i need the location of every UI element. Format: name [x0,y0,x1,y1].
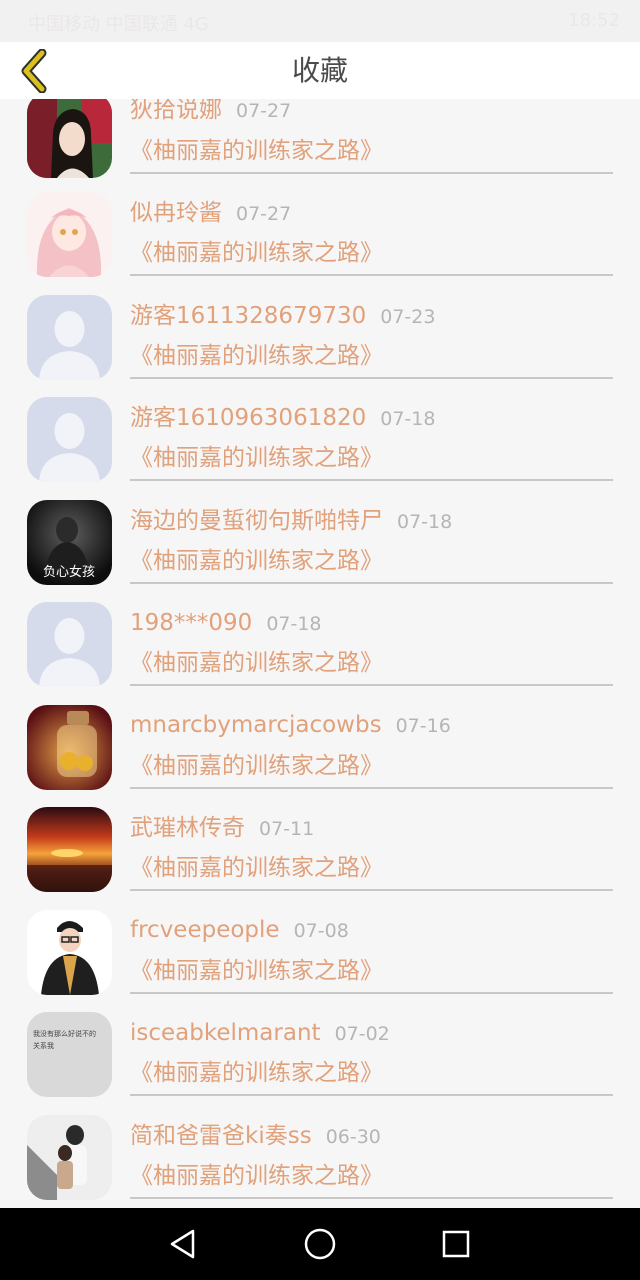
nav-home-button[interactable] [300,1224,340,1264]
favorite-date: 07-18 [266,613,322,635]
item-header: 198***090 07-18 [130,606,322,640]
item-header: 武璀林传奇 07-11 [130,811,314,845]
divider [130,479,613,481]
divider [130,889,613,891]
divider [130,787,613,789]
item-header: frcveepeople 07-08 [130,913,349,947]
favorite-date: 07-16 [395,715,451,737]
list-item[interactable]: 198***090 07-18 《柚丽嘉的训练家之路》 [0,599,640,701]
avatar[interactable]: 我没有那么好说不的 关系我 [27,1012,112,1097]
divider [130,172,613,174]
default-user-icon [27,295,112,380]
default-user-icon [27,602,112,687]
book-title-link[interactable]: 《柚丽嘉的训练家之路》 [130,133,383,169]
divider [130,684,613,686]
avatar[interactable] [27,295,112,380]
book-title-link[interactable]: 《柚丽嘉的训练家之路》 [130,1158,383,1194]
divider [130,377,613,379]
item-header: 游客1610963061820 07-18 [130,401,435,435]
chevron-left-icon [21,49,47,93]
avatar[interactable] [27,397,112,482]
avatar[interactable] [27,807,112,892]
avatar[interactable] [27,192,112,277]
list-item[interactable]: frcveepeople 07-08 《柚丽嘉的训练家之路》 [0,907,640,1009]
favorite-date: 07-08 [293,920,349,942]
list-item[interactable]: 我没有那么好说不的 关系我 isceabkelmarant 07-02 《柚丽嘉的… [0,1009,640,1111]
favorite-date: 06-30 [325,1126,381,1148]
book-title-link[interactable]: 《柚丽嘉的训练家之路》 [130,850,383,886]
book-title-link[interactable]: 《柚丽嘉的训练家之路》 [130,953,383,989]
avatar[interactable] [27,602,112,687]
favorite-date: 07-02 [334,1023,390,1045]
page-title: 收藏 [291,54,348,87]
book-title-link[interactable]: 《柚丽嘉的训练家之路》 [130,1055,383,1091]
nav-back-button[interactable] [163,1224,203,1264]
book-title-link[interactable]: 《柚丽嘉的训练家之路》 [130,338,383,374]
book-title-link[interactable]: 《柚丽嘉的训练家之路》 [130,235,383,271]
book-title-link[interactable]: 《柚丽嘉的训练家之路》 [130,543,383,579]
user-name[interactable]: 似冉玲酱 [130,200,222,226]
list-item[interactable]: mnarcbymarcjacowbs 07-16 《柚丽嘉的训练家之路》 [0,702,640,804]
item-header: 游客1611328679730 07-23 [130,299,435,333]
avatar[interactable] [27,910,112,995]
user-name[interactable]: frcveepeople [130,917,280,943]
default-user-icon [27,397,112,482]
avatar-caption: 我没有那么好说不的 [33,1029,96,1038]
user-name[interactable]: 198***090 [130,610,252,636]
avatar[interactable] [27,99,112,178]
user-name[interactable]: 游客1610963061820 [130,405,366,431]
avatar[interactable] [27,1115,112,1200]
list-item[interactable]: 狄拾说娜 07-27 《柚丽嘉的训练家之路》 [0,99,640,189]
clock-text: 18:52 [568,10,620,31]
list-item[interactable]: 似冉玲酱 07-27 《柚丽嘉的训练家之路》 [0,189,640,291]
item-header: 似冉玲酱 07-27 [130,196,291,230]
favorites-list: 狄拾说娜 07-27 《柚丽嘉的训练家之路》 似冉玲酱 07-27 《柚丽嘉的训练家… [0,99,640,1207]
item-header: 海边的曼蜇彻句斯啪特尸 07-18 [130,504,452,538]
system-nav-bar [0,1208,640,1280]
square-recents-icon [442,1230,470,1258]
avatar-caption: 负心女孩 [43,564,95,580]
item-header: isceabkelmarant 07-02 [130,1016,390,1050]
book-title-link[interactable]: 《柚丽嘉的训练家之路》 [130,440,383,476]
circle-home-icon [304,1228,336,1260]
header-bar: 收藏 [0,42,640,99]
divider [130,274,613,276]
divider [130,1094,613,1096]
carrier-text: 中国移动 中国联通 4G [28,14,209,35]
avatar[interactable]: 负心女孩 [27,500,112,585]
triangle-back-icon [170,1229,195,1259]
user-name[interactable]: 海边的曼蜇彻句斯啪特尸 [130,508,383,534]
user-name[interactable]: mnarcbymarcjacowbs [130,712,382,738]
user-name[interactable]: 武璀林传奇 [130,815,245,841]
list-item[interactable]: 武璀林传奇 07-11 《柚丽嘉的训练家之路》 [0,804,640,906]
list-item[interactable]: 简和爸雷爸ki奏ss 06-30 《柚丽嘉的训练家之路》 [0,1112,640,1207]
user-name[interactable]: isceabkelmarant [130,1020,321,1046]
divider [130,1197,613,1199]
favorite-date: 07-18 [397,511,453,533]
item-header: mnarcbymarcjacowbs 07-16 [130,708,451,742]
divider [130,582,613,584]
back-button[interactable] [12,48,58,94]
book-title-link[interactable]: 《柚丽嘉的训练家之路》 [130,748,383,784]
list-item[interactable]: 负心女孩 海边的曼蜇彻句斯啪特尸 07-18 《柚丽嘉的训练家之路》 [0,497,640,599]
avatar-caption: 关系我 [33,1041,54,1050]
avatar[interactable] [27,705,112,790]
list-item[interactable]: 游客1611328679730 07-23 《柚丽嘉的训练家之路》 [0,292,640,394]
user-name[interactable]: 简和爸雷爸ki奏ss [130,1123,312,1149]
nav-recents-button[interactable] [436,1224,476,1264]
divider [130,992,613,994]
favorite-date: 07-27 [236,203,292,225]
item-header: 简和爸雷爸ki奏ss 06-30 [130,1119,381,1153]
user-name[interactable]: 游客1611328679730 [130,303,366,329]
book-title-link[interactable]: 《柚丽嘉的训练家之路》 [130,645,383,681]
favorite-date: 07-11 [259,818,315,840]
favorite-date: 07-23 [380,306,436,328]
favorite-date: 07-18 [380,408,436,430]
list-item[interactable]: 游客1610963061820 07-18 《柚丽嘉的训练家之路》 [0,394,640,496]
